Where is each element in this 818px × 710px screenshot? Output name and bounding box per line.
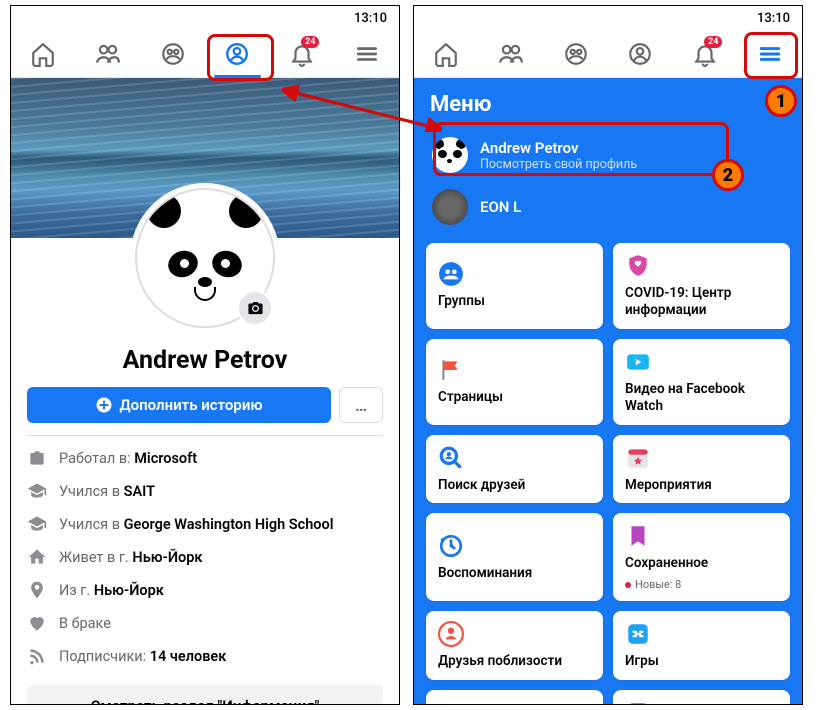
play-icon [625,349,651,375]
card-jobs[interactable]: Вакансии [426,690,603,704]
briefcase-icon [438,700,464,704]
menu-profile-link[interactable]: Andrew Petrov Посмотреть свой профиль [426,129,790,181]
card-covid[interactable]: COVID-19: Центр информации [613,243,790,329]
avatar-icon [432,189,468,225]
plus-circle-icon [95,396,113,414]
tab-home[interactable] [419,30,474,78]
clock: 13:10 [757,11,790,26]
profile-name: Andrew Petrov [11,346,399,375]
card-watch[interactable]: Видео на Facebook Watch [613,339,790,425]
info-from[interactable]: Из г. Нью-Йорк [27,580,383,600]
bookmark-icon [625,523,651,549]
flag-icon [438,357,464,383]
card-saved[interactable]: СохраненноеНовые: 8 [613,513,790,601]
menu-other-name: EON L [480,198,521,216]
card-games[interactable]: Игры [613,611,790,680]
tab-notifications[interactable]: 24 [677,30,732,78]
location-icon [27,580,47,600]
card-groups[interactable]: Группы [426,243,603,329]
menu-screen: 13:10 24 Меню Andrew Petrov Посмотреть с… [413,5,803,705]
profile-avatar[interactable] [130,183,280,333]
card-recommendations[interactable]: Рекомендации [613,690,790,704]
status-bar: 13:10 [414,6,802,30]
shield-heart-icon [625,253,651,279]
home-icon [27,547,47,567]
info-status[interactable]: В браке [27,613,383,633]
tab-groups[interactable] [145,30,200,78]
status-bar: 13:10 [11,6,399,30]
profile-info: Работал в: Microsoft Учился в SAIT Училс… [11,436,399,705]
games-icon [625,621,651,647]
info-followers[interactable]: Подписчики: 14 человек [27,646,383,666]
tab-menu[interactable] [339,30,394,78]
card-find-friends[interactable]: Поиск друзей [426,435,603,504]
calendar-icon [625,445,651,471]
info-school2[interactable]: Учился в George Washington High School [27,514,383,534]
info-school1[interactable]: Учился в SAIT [27,481,383,501]
tab-groups[interactable] [548,30,603,78]
notif-badge: 24 [301,36,319,48]
add-story-label: Дополнить историю [119,396,262,414]
groups-icon [438,261,464,287]
notif-badge: 24 [704,36,722,48]
tab-friends[interactable] [80,30,135,78]
info-section-button[interactable]: Смотреть раздел "Информация" [27,685,383,705]
tab-bar: 24 [414,30,802,78]
star-icon [625,700,651,704]
search-person-icon [438,445,464,471]
tab-home[interactable] [16,30,71,78]
avatar-camera-icon[interactable] [237,290,273,326]
tab-profile[interactable] [210,30,265,78]
card-events[interactable]: Мероприятия [613,435,790,504]
tab-profile[interactable] [613,30,668,78]
info-city[interactable]: Живет в г. Нью-Йорк [27,547,383,567]
tab-menu[interactable] [742,30,797,78]
clock: 13:10 [354,11,387,26]
clock-icon [438,533,464,559]
nearby-icon [438,621,464,647]
graduation-icon [27,481,47,501]
saved-meta: Новые: 8 [625,578,778,591]
card-memories[interactable]: Воспоминания [426,513,603,601]
rss-icon [27,646,47,666]
tab-bar: 24 [11,30,399,78]
menu-body: Меню Andrew Petrov Посмотреть свой профи… [414,78,802,704]
tab-notifications[interactable]: 24 [274,30,329,78]
tab-friends[interactable] [483,30,538,78]
menu-user-name: Andrew Petrov [480,139,637,157]
briefcase-icon [27,448,47,468]
menu-title: Меню [426,92,790,117]
info-work[interactable]: Работал в: Microsoft [27,448,383,468]
add-story-button[interactable]: Дополнить историю [27,387,331,423]
menu-other-profile[interactable]: EON L [426,181,790,233]
menu-user-sub: Посмотреть свой профиль [480,157,637,172]
graduation-icon [27,514,47,534]
profile-screen: 13:10 24 Andrew Petrov Дополнить историю… [10,5,400,705]
more-button[interactable]: … [339,387,383,423]
heart-icon [27,613,47,633]
avatar-icon [432,137,468,173]
card-nearby[interactable]: Друзья поблизости [426,611,603,680]
menu-grid: Группы COVID-19: Центр информации Страни… [426,243,790,704]
card-pages[interactable]: Страницы [426,339,603,425]
